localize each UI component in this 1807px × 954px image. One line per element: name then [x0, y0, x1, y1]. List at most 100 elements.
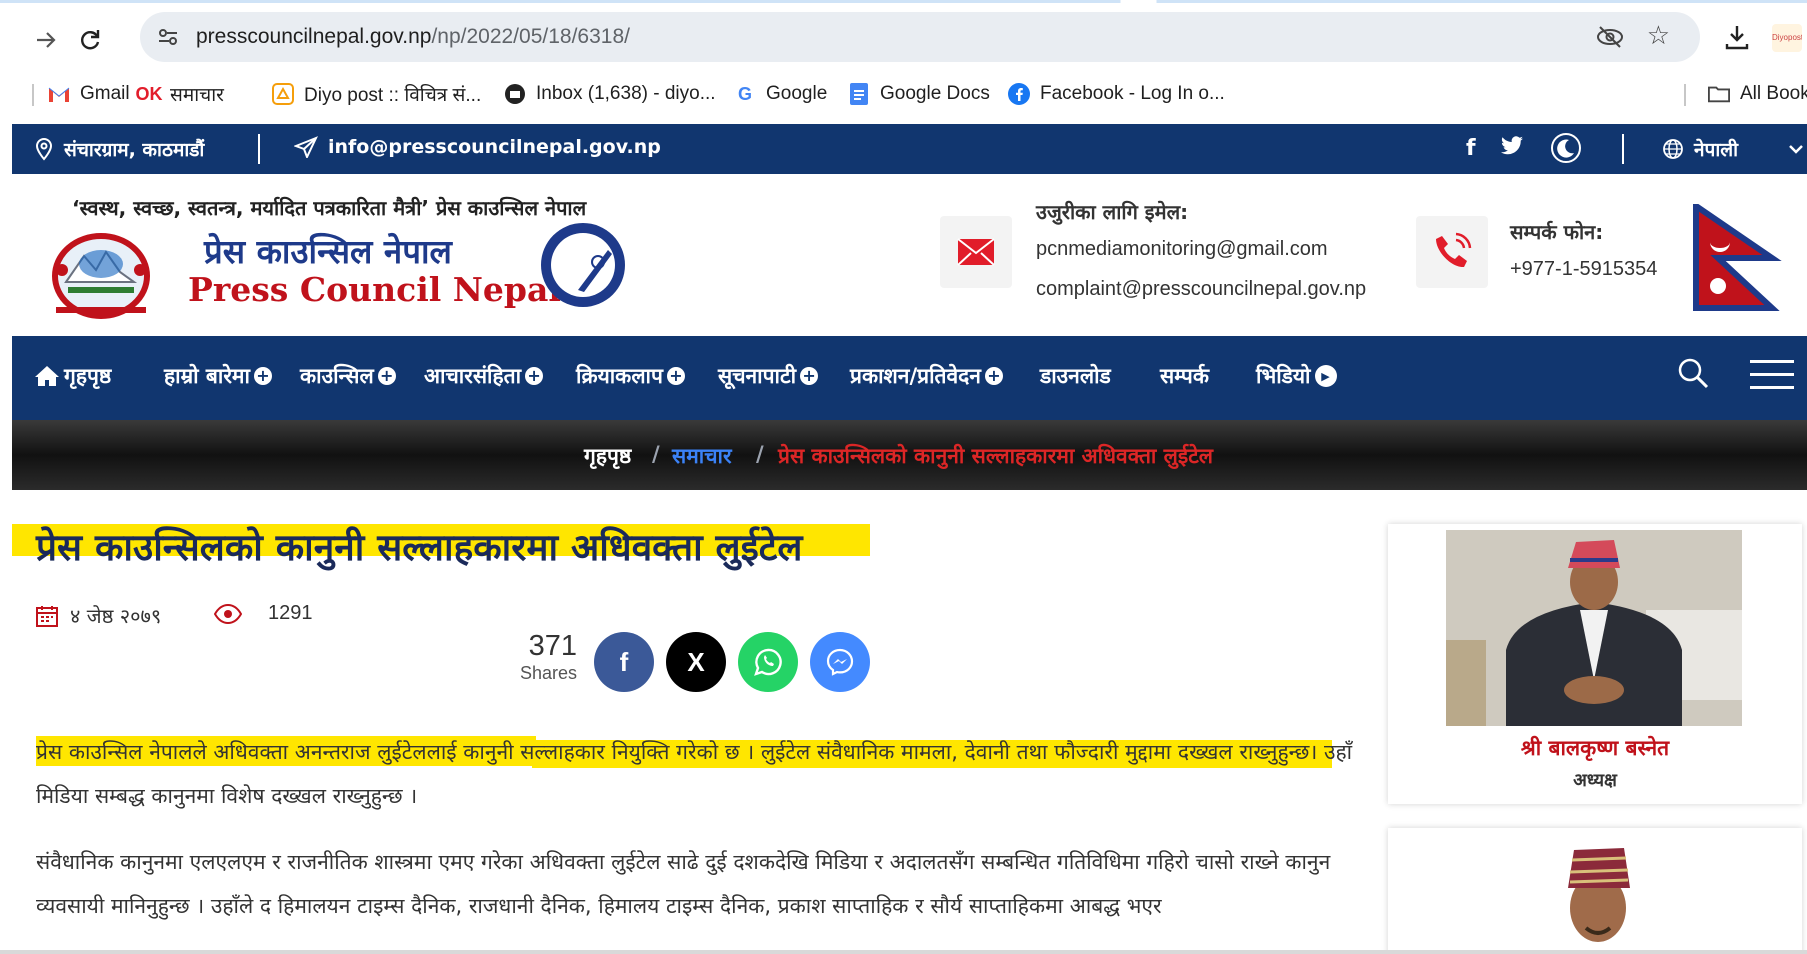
share-counter: 371 Shares [520, 630, 577, 684]
main-navigation: गृहपृष्ठ हाम्रो बारेमा + काउन्सिल + आचारसं… [12, 336, 1807, 420]
complaint-email-2[interactable]: complaint@presscouncilnepal.gov.np [1036, 278, 1366, 301]
twitter-icon[interactable] [1500, 136, 1524, 156]
calendar-icon [36, 605, 58, 627]
diyopost-icon [272, 83, 294, 105]
bookmark-google-docs[interactable]: Google Docs [848, 80, 990, 108]
window-bottom-edge [0, 950, 1807, 954]
bookmark-star-icon[interactable]: ☆ [1647, 21, 1670, 51]
messenger-icon [826, 648, 854, 676]
nav-activities[interactable]: क्रियाकलाप + [576, 362, 685, 390]
address-bar[interactable]: presscouncilnepal.gov.np/np/2022/05/18/6… [140, 12, 1700, 62]
nav-video[interactable]: भिडियो ▶ [1256, 362, 1337, 390]
bookmarks-bar: Gmail OK समाचार Diyo post :: विचित्र सं.… [0, 74, 1807, 114]
dark-mode-toggle-icon[interactable] [1550, 132, 1582, 164]
share-whatsapp-button[interactable] [738, 632, 798, 692]
facebook-icon: f [619, 646, 629, 677]
nepal-emblem-logo[interactable] [46, 224, 156, 324]
home-icon [35, 366, 59, 386]
share-facebook-button[interactable]: f [594, 632, 654, 692]
bookmark-google[interactable]: G Google [734, 80, 827, 108]
google-icon: G [737, 83, 752, 104]
press-council-seal-logo [541, 223, 625, 307]
plus-circle-icon: + [666, 367, 685, 385]
plus-circle-icon: + [377, 367, 396, 385]
bookmark-samachar[interactable]: OK समाचार [136, 80, 224, 108]
language-selector[interactable]: नेपाली [1662, 136, 1804, 162]
article-views: 1291 [214, 602, 313, 625]
complaint-email-1[interactable]: pcnmediamonitoring@gmail.com [1036, 238, 1328, 261]
breadcrumb-category[interactable]: समाचार [672, 442, 732, 470]
top-info-bar: संचारग्राम, काठमाडौं info@presscouncilne… [12, 124, 1807, 174]
topbar-divider [1622, 134, 1624, 164]
share-messenger-button[interactable] [810, 632, 870, 692]
chairperson-card[interactable]: श्री बालकृष्ण बस्नेत अध्यक्ष [1388, 524, 1802, 804]
docs-icon [848, 83, 870, 105]
breadcrumb-home[interactable]: गृहपृष्ठ [584, 442, 631, 470]
article-paragraph-1: प्रेस काउन्सिल नेपालले अधिवक्ता अनन्तराज… [36, 740, 1353, 808]
nav-code-of-conduct[interactable]: आचारसंहिता + [424, 362, 544, 390]
browser-chrome: presscouncilnepal.gov.np/np/2022/05/18/6… [0, 0, 1807, 124]
x-icon: X [687, 646, 705, 677]
article-paragraph-2: संवैधानिक कानुनमा एलएलएम र राजनीतिक शास्… [36, 850, 1331, 918]
nav-home[interactable]: गृहपृष्ठ [34, 362, 111, 390]
chairperson-role: अध्यक्ष [1573, 770, 1617, 791]
reload-icon[interactable] [72, 22, 108, 58]
nav-contact[interactable]: सम्पर्क [1160, 362, 1209, 390]
bookmark-facebook[interactable]: Facebook - Log In o... [1008, 80, 1225, 108]
phone-number[interactable]: +977-1-5915354 [1510, 258, 1657, 281]
chairperson-photo [1446, 530, 1742, 726]
download-icon[interactable] [1722, 22, 1752, 52]
chevron-down-icon [1788, 138, 1804, 160]
send-icon [294, 136, 318, 158]
envelope-icon [957, 238, 995, 266]
bookmark-diyopost[interactable]: Diyo post :: विचित्र सं... [272, 80, 481, 108]
bookmark-gmail[interactable]: Gmail [48, 80, 130, 108]
bookmarks-divider [1684, 84, 1686, 106]
nav-council[interactable]: काउन्सिल + [300, 362, 396, 390]
bookmark-inbox[interactable]: Inbox (1,638) - diyo... [504, 80, 716, 108]
site-tagline: ‘स्वस्थ, स्वच्छ, स्वतन्त्र, मर्यादित पत्… [72, 196, 587, 220]
forward-icon[interactable] [28, 22, 64, 58]
nav-publication[interactable]: प्रकाशन/प्रतिवेदन + [850, 362, 1003, 390]
plus-circle-icon: + [984, 367, 1003, 385]
phone-icon [1436, 232, 1472, 268]
nav-notice-board[interactable]: सूचनापाटी + [718, 362, 819, 390]
address-item: संचारग्राम, काठमाडौं [34, 136, 204, 162]
website: संचारग्राम, काठमाडौं info@presscouncilne… [12, 124, 1807, 954]
article-date: ४ जेष्ठ २०७९ [36, 602, 161, 629]
member-card[interactable] [1388, 828, 1802, 954]
topbar-divider [258, 134, 260, 164]
breadcrumb-current: प्रेस काउन्सिलको कानुनी सल्लाहकारमा अधिव… [778, 444, 1214, 468]
share-x-button[interactable]: X [666, 632, 726, 692]
bookmark-all-bookmarks[interactable]: All Book [1708, 80, 1807, 108]
nav-download[interactable]: डाउनलोड [1040, 362, 1111, 390]
bookmarks-divider [32, 84, 34, 106]
whatsapp-icon [754, 648, 782, 676]
phone-icon-box [1416, 216, 1488, 288]
member-photo [1568, 848, 1630, 954]
url-text[interactable]: presscouncilnepal.gov.np/np/2022/05/18/6… [196, 25, 630, 49]
chairperson-name[interactable]: श्री बालकृष्ण बस्नेत [1388, 734, 1802, 762]
email-item[interactable]: info@presscouncilnepal.gov.np [294, 136, 661, 158]
facebook-icon[interactable]: f [1466, 136, 1476, 161]
mail-icon [504, 83, 526, 105]
breadcrumb-separator: / [652, 442, 660, 466]
nav-about[interactable]: हाम्रो बारेमा + [164, 362, 272, 390]
complaint-email-heading: उजुरीका लागि इमेल: [1036, 200, 1189, 224]
facebook-icon [1008, 83, 1030, 105]
logo-english-text[interactable]: Press Council Nepal [188, 270, 561, 309]
site-info-icon[interactable] [156, 25, 180, 49]
eye-icon [214, 603, 242, 624]
folder-icon [1708, 83, 1730, 105]
logo-nepali-text[interactable]: प्रेस काउन्सिल नेपाल [204, 228, 452, 273]
mail-icon-box [940, 216, 1012, 288]
search-icon[interactable] [1676, 356, 1710, 390]
hamburger-menu-icon[interactable] [1750, 360, 1794, 390]
eye-off-icon[interactable] [1596, 24, 1624, 50]
site-header: ‘स्वस्थ, स्वच्छ, स्वतन्त्र, मर्यादित पत्… [12, 174, 1807, 336]
diyopost-extension-icon[interactable]: Diyopost [1772, 24, 1802, 52]
nepal-flag-icon [1693, 204, 1782, 311]
plus-circle-icon: + [525, 367, 544, 385]
phone-heading: सम्पर्क फोन: [1510, 220, 1604, 244]
plus-circle-icon: + [800, 367, 819, 385]
